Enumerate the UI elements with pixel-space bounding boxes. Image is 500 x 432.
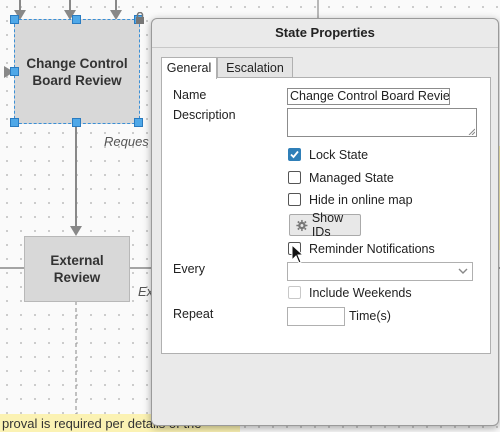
reminder-notifications-label: Reminder Notifications (309, 242, 435, 256)
include-weekends-label: Include Weekends (309, 286, 412, 300)
resize-handle[interactable] (10, 15, 19, 24)
lock-state-checkbox[interactable] (288, 148, 301, 161)
show-ids-label: Show IDs (311, 211, 344, 239)
tab-escalation[interactable]: Escalation (217, 57, 293, 78)
managed-state-checkbox[interactable] (288, 171, 301, 184)
state-properties-dialog: State Properties General Escalation Name… (151, 18, 499, 426)
resize-handle[interactable] (72, 118, 81, 127)
repeat-label: Repeat (173, 307, 214, 321)
resize-handle[interactable] (10, 67, 19, 76)
general-panel: Name Change Control Board Review Descrip… (161, 77, 491, 354)
tab-label: Escalation (226, 61, 284, 75)
node-label: Change Control Board Review (26, 55, 128, 88)
name-field[interactable]: Change Control Board Review (287, 88, 450, 105)
resize-handle[interactable] (72, 15, 81, 24)
include-weekends-checkbox[interactable] (288, 286, 301, 299)
resize-handle[interactable] (10, 118, 19, 127)
checkmark-icon (290, 150, 299, 159)
node-change-control-board-review[interactable]: Change Control Board Review (14, 19, 140, 124)
resize-handle[interactable] (134, 118, 143, 127)
repeat-field[interactable] (287, 307, 345, 326)
lock-icon (135, 11, 145, 24)
transition-label: Reques (104, 134, 149, 149)
lock-state-label: Lock State (309, 148, 369, 162)
gear-icon (296, 219, 308, 231)
managed-state-label: Managed State (309, 171, 394, 185)
node-label: External Review (50, 253, 104, 285)
show-ids-button[interactable]: Show IDs (289, 211, 361, 239)
chevron-down-icon (458, 268, 468, 274)
tab-label: General (166, 61, 212, 75)
hide-online-map-checkbox[interactable] (288, 193, 301, 206)
every-label: Every (173, 262, 205, 276)
mouse-cursor-icon (291, 244, 305, 264)
every-select[interactable] (287, 262, 473, 281)
tab-general[interactable]: General (161, 57, 217, 79)
description-field[interactable] (287, 108, 477, 137)
resize-grip-icon (468, 128, 475, 135)
name-value: Change Control Board Review (290, 89, 450, 103)
description-label: Description (173, 108, 236, 122)
name-label: Name (173, 88, 207, 102)
node-external-review[interactable]: External Review (24, 236, 130, 302)
repeat-unit-label: Time(s) (349, 309, 391, 323)
dialog-title: State Properties (152, 19, 498, 48)
hide-online-map-label: Hide in online map (309, 193, 413, 207)
